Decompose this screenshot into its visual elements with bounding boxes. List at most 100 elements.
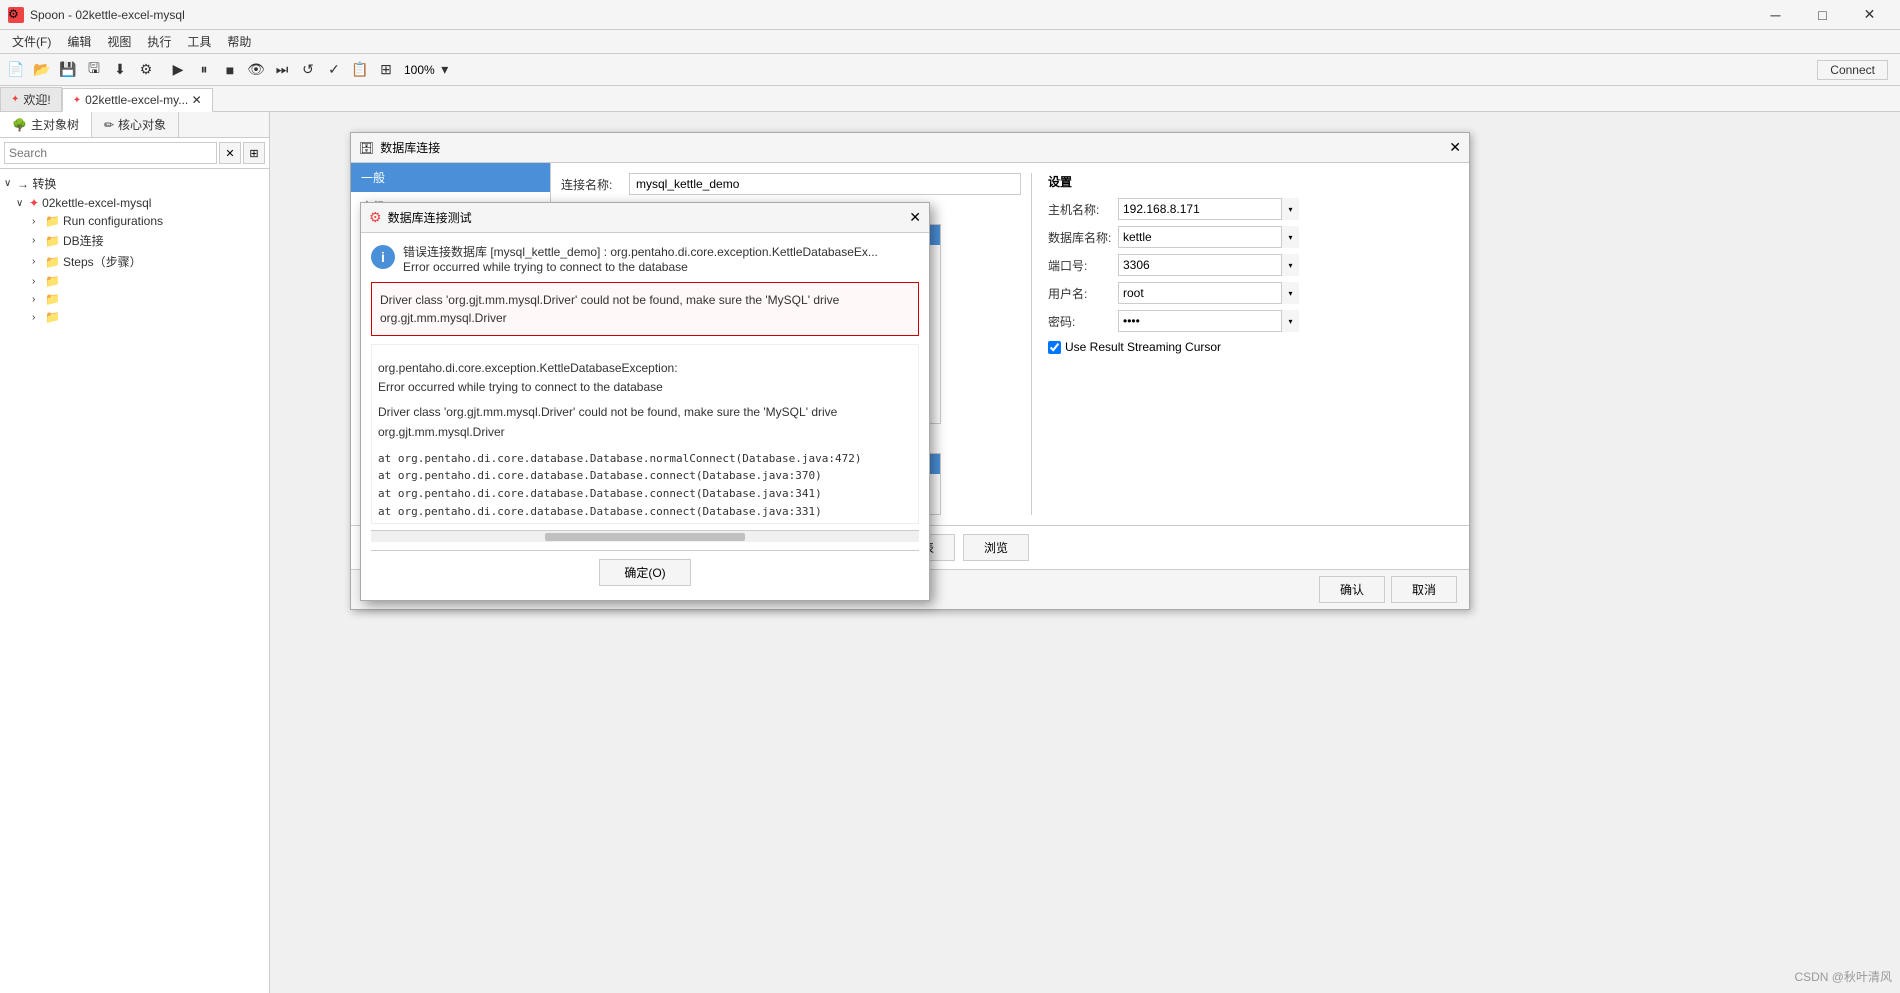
host-row: 主机名称: ▾ [1048, 198, 1299, 220]
tree-item-label: → 转换 [17, 175, 56, 192]
panel-tab-main[interactable]: 🌳 主对象树 [0, 112, 92, 137]
error-close-button[interactable]: ✕ [909, 209, 921, 226]
tree-area: ∨ → 转换 ∨ ✦ 02kettle-excel-mysql › 📁 Run … [0, 169, 269, 993]
port-row: 端口号: ▾ [1048, 254, 1299, 276]
conn-name-row: 连接名称: [561, 173, 1021, 195]
conn-name-input[interactable] [629, 173, 1021, 195]
run-button[interactable]: ▶ [166, 58, 190, 82]
panel-tab-core-label: 核心对象 [118, 116, 166, 133]
user-arrow-button[interactable]: ▾ [1281, 282, 1299, 304]
port-arrow-button[interactable]: ▾ [1281, 254, 1299, 276]
ok-button[interactable]: 确定(O) [599, 559, 690, 586]
streaming-cursor-checkbox[interactable] [1048, 341, 1061, 354]
menu-help[interactable]: 帮助 [219, 30, 259, 53]
export-button[interactable]: ⬇ [108, 58, 132, 82]
tree-item-5[interactable]: › 📁 [0, 290, 269, 308]
port-input[interactable] [1118, 254, 1299, 276]
tab-welcome-label: 欢迎! [23, 91, 50, 108]
user-input[interactable] [1118, 282, 1299, 304]
close-button[interactable]: ✕ [1847, 0, 1892, 30]
stop-button[interactable]: ■ [218, 58, 242, 82]
tree-item-run-config[interactable]: › 📁 Run configurations [0, 212, 269, 230]
new-file-button[interactable]: 📄 [4, 58, 28, 82]
tree-expand-run-icon: › [32, 216, 42, 227]
error-box-line1: Driver class 'org.gjt.mm.mysql.Driver' c… [380, 291, 910, 309]
settings-button[interactable]: ⚙ [134, 58, 158, 82]
port-label: 端口号: [1048, 257, 1118, 274]
error-header: i 错误连接数据库 [mysql_kettle_demo] : org.pent… [371, 243, 919, 274]
menu-execute[interactable]: 执行 [139, 30, 179, 53]
save-button[interactable]: 💾 [56, 58, 80, 82]
host-arrow-button[interactable]: ▾ [1281, 198, 1299, 220]
panel-tab-core[interactable]: ✏ 核心对象 [92, 112, 179, 137]
horizontal-scrollbar[interactable] [371, 530, 919, 542]
panel-tab-main-icon: 🌳 [12, 118, 27, 132]
error-stack: at org.pentaho.di.core.database.Database… [378, 450, 912, 520]
step-forward-button[interactable]: ⏭ [270, 58, 294, 82]
connect-button[interactable]: Connect [1817, 60, 1888, 80]
stack-line1: at org.pentaho.di.core.database.Database… [378, 450, 912, 468]
db-dialog-close-button[interactable]: ✕ [1449, 139, 1461, 156]
error-body: i 错误连接数据库 [mysql_kettle_demo] : org.pent… [361, 233, 929, 600]
tab-welcome-icon: ✦ [11, 94, 19, 105]
tree-item-6[interactable]: › 📁 [0, 308, 269, 326]
open-button[interactable]: 📂 [30, 58, 54, 82]
save-as-button[interactable]: 🖫 [82, 58, 106, 82]
pause-button[interactable]: ⏸ [192, 58, 216, 82]
verify-button[interactable]: ✓ [322, 58, 346, 82]
toolbar: 📄 📂 💾 🖫 ⬇ ⚙ ▶ ⏸ ■ 👁 ⏭ ↺ ✓ 📋 ⊞ 100% ▾ Con… [0, 54, 1900, 86]
detail-line4: Driver class 'org.gjt.mm.mysql.Driver' c… [378, 403, 912, 422]
detail-line2: Error occurred while trying to connect t… [378, 378, 912, 397]
search-input[interactable] [4, 142, 217, 164]
error-title: ⚙ 数据库连接测试 [369, 209, 472, 226]
stack-line3: at org.pentaho.di.core.database.Database… [378, 485, 912, 503]
tree-item-4[interactable]: › 📁 [0, 272, 269, 290]
tree-item-steps-label: Steps（步骤） [63, 253, 142, 270]
app-title: Spoon - 02kettle-excel-mysql [30, 8, 185, 22]
menu-tools[interactable]: 工具 [179, 30, 219, 53]
replay-button[interactable]: ↺ [296, 58, 320, 82]
password-input[interactable] [1118, 310, 1299, 332]
tab-kettle[interactable]: ✦ 02kettle-excel-my... ✕ [62, 88, 213, 112]
dbname-arrow-button[interactable]: ▾ [1281, 226, 1299, 248]
password-row: 密码: ▾ [1048, 310, 1299, 332]
panel-tab-core-icon: ✏ [104, 118, 114, 132]
tree-item-db[interactable]: › 📁 DB连接 [0, 230, 269, 251]
stack-line2: at org.pentaho.di.core.database.Database… [378, 467, 912, 485]
tree-item-steps[interactable]: › 📁 Steps（步骤） [0, 251, 269, 272]
db-section-general[interactable]: 一般 [351, 163, 550, 192]
tree-expand-6-icon: › [32, 312, 42, 323]
maximize-button[interactable]: □ [1800, 0, 1845, 30]
db-dialog-title: 🗄 数据库连接 [359, 139, 440, 156]
error-footer: 确定(O) [371, 550, 919, 590]
tab-welcome[interactable]: ✦ 欢迎! [0, 87, 62, 111]
log-button[interactable]: 📋 [348, 58, 372, 82]
confirm-button[interactable]: 确认 [1319, 576, 1385, 603]
password-arrow-button[interactable]: ▾ [1281, 310, 1299, 332]
user-row: 用户名: ▾ [1048, 282, 1299, 304]
menu-edit[interactable]: 编辑 [59, 30, 99, 53]
browse-button[interactable]: 浏览 [963, 534, 1029, 561]
preview-button[interactable]: 👁 [244, 58, 268, 82]
tree-item-transforms[interactable]: ∨ → 转换 [0, 173, 269, 194]
host-input[interactable] [1118, 198, 1299, 220]
search-expand-button[interactable]: ⊞ [243, 142, 265, 164]
zoom-dropdown-button[interactable]: ▾ [437, 58, 453, 82]
menu-file[interactable]: 文件(F) [4, 30, 59, 53]
db-settings-panel: 设置 主机名称: ▾ 数据库名称: ▾ [1031, 173, 1299, 515]
dbname-input[interactable] [1118, 226, 1299, 248]
menu-view[interactable]: 视图 [99, 30, 139, 53]
minimize-button[interactable]: ─ [1753, 0, 1798, 30]
tree-item-02kettle[interactable]: ∨ ✦ 02kettle-excel-mysql [0, 194, 269, 212]
user-label: 用户名: [1048, 285, 1118, 302]
grid-button[interactable]: ⊞ [374, 58, 398, 82]
error-title-icon: ⚙ [369, 209, 382, 226]
toolbar-right: Connect [1817, 60, 1896, 80]
cancel-button[interactable]: 取消 [1391, 576, 1457, 603]
error-scroll-area[interactable]: org.pentaho.di.core.exception.KettleData… [371, 344, 919, 524]
streaming-cursor-label: Use Result Streaming Cursor [1065, 340, 1221, 354]
dbname-input-wrap: ▾ [1118, 226, 1299, 248]
search-clear-button[interactable]: ✕ [219, 142, 241, 164]
folder-icon-db: 📁 [45, 234, 60, 248]
scroll-thumb-h[interactable] [545, 533, 745, 541]
